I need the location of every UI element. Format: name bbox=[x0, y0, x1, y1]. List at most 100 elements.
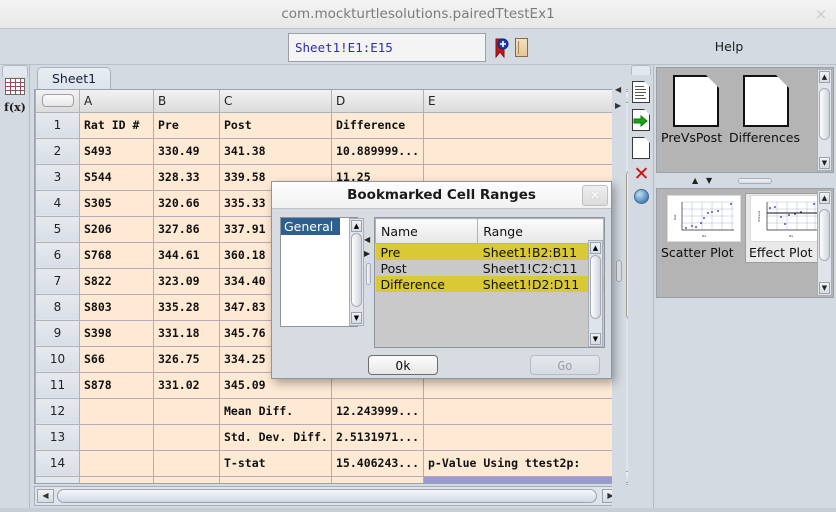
globe-icon[interactable] bbox=[634, 189, 649, 204]
help-button[interactable]: Help bbox=[700, 38, 758, 56]
range-name[interactable]: Pre bbox=[375, 243, 478, 260]
object-label-prevspost[interactable]: PreVsPost bbox=[661, 130, 722, 145]
cell-E13[interactable] bbox=[423, 423, 621, 451]
note-icon[interactable] bbox=[515, 38, 528, 57]
cell-D1[interactable]: Difference bbox=[331, 111, 424, 139]
column-header-e[interactable]: E bbox=[423, 90, 621, 113]
delete-x-icon[interactable]: ✕ bbox=[633, 165, 650, 184]
document-icon[interactable] bbox=[743, 75, 789, 127]
row-header-11[interactable]: 11 bbox=[35, 371, 80, 399]
splitter-handle[interactable] bbox=[616, 260, 622, 282]
cell-C14[interactable]: T-stat bbox=[219, 449, 332, 477]
range-row[interactable]: Difference Sheet1!D2:D11 bbox=[375, 276, 604, 292]
category-list-scrollbar[interactable]: ▲ ▼ bbox=[349, 218, 364, 326]
table-row[interactable]: 2 S493 330.49 341.38 10.889999... bbox=[35, 137, 621, 165]
formula-fx-label[interactable]: f(x) bbox=[3, 101, 27, 114]
grid-horizontal-scrollbar[interactable]: ◀ ▶ bbox=[34, 486, 622, 506]
range-name[interactable]: Difference bbox=[375, 276, 478, 292]
row-header-1[interactable]: 1 bbox=[35, 111, 80, 139]
dock-collapse-up-icon[interactable]: ▲ bbox=[692, 176, 698, 185]
cell-A3[interactable]: S544 bbox=[79, 163, 154, 191]
ranges-header-range[interactable]: Range bbox=[477, 218, 604, 244]
scroll-thumb[interactable] bbox=[819, 88, 830, 140]
scroll-down-icon[interactable]: ▼ bbox=[590, 333, 601, 345]
cell-A5[interactable]: S206 bbox=[79, 215, 154, 243]
dialog-close-button[interactable]: × bbox=[582, 185, 608, 206]
horizontal-scroll-thumb[interactable] bbox=[57, 489, 597, 503]
splitter-left-icon[interactable]: ◀ bbox=[364, 235, 370, 244]
row-header-10[interactable]: 10 bbox=[35, 345, 80, 373]
splitter-right-icon[interactable]: ▶ bbox=[364, 249, 370, 258]
cell-D15[interactable]: 8.9425346... bbox=[331, 475, 424, 483]
row-header-15[interactable]: 15 bbox=[35, 475, 80, 483]
cell-B5[interactable]: 327.86 bbox=[153, 215, 220, 243]
cell-B11[interactable]: 331.02 bbox=[153, 371, 220, 399]
table-row[interactable]: 12 Mean Diff. 12.243999... bbox=[35, 397, 621, 425]
cell-B7[interactable]: 323.09 bbox=[153, 267, 220, 295]
bookmarked-cell-ranges-dialog[interactable]: Bookmarked Cell Ranges × General ▲ ▼ ◀ ▶… bbox=[271, 181, 612, 379]
scroll-left-icon[interactable]: ◀ bbox=[37, 489, 54, 503]
range-name[interactable]: Post bbox=[375, 260, 478, 276]
cell-A4[interactable]: S305 bbox=[79, 189, 154, 217]
ranges-table-scrollbar[interactable]: ▲ ▼ bbox=[588, 240, 603, 347]
scroll-up-icon[interactable]: ▲ bbox=[819, 192, 830, 204]
row-header-5[interactable]: 5 bbox=[35, 215, 80, 243]
cell-B4[interactable]: 320.66 bbox=[153, 189, 220, 217]
row-header-6[interactable]: 6 bbox=[35, 241, 80, 269]
cell-C2[interactable]: 341.38 bbox=[219, 137, 332, 165]
cell-B14[interactable] bbox=[153, 449, 220, 477]
cell-A9[interactable]: S398 bbox=[79, 319, 154, 347]
scroll-down-icon[interactable]: ▼ bbox=[819, 282, 830, 294]
splitter-collapse-left-icon[interactable]: ◀ bbox=[615, 85, 621, 94]
ok-button[interactable]: Ok bbox=[368, 355, 438, 375]
cell-A7[interactable]: S822 bbox=[79, 267, 154, 295]
cell-D2[interactable]: 10.889999... bbox=[331, 137, 424, 165]
cell-B12[interactable] bbox=[153, 397, 220, 425]
column-header-a[interactable]: A bbox=[79, 90, 154, 113]
table-row[interactable]: 14 T-stat 15.406243... p-Value Using ttest2… bbox=[35, 449, 621, 477]
column-header-d[interactable]: D bbox=[331, 90, 424, 113]
dock-splitter[interactable]: ▲ ▼ bbox=[654, 175, 836, 186]
range-row[interactable]: Pre Sheet1!B2:B11 bbox=[375, 243, 604, 260]
cell-A12[interactable] bbox=[79, 397, 154, 425]
left-rail-tab[interactable] bbox=[2, 65, 28, 77]
sheet-tab-sheet1[interactable]: Sheet1 bbox=[37, 67, 112, 89]
objects-panel-scrollbar[interactable]: ▲ ▼ bbox=[817, 69, 832, 171]
document-lines-icon[interactable] bbox=[632, 81, 650, 103]
objects-panel[interactable]: PreVsPost Differences ▲ ▼ bbox=[656, 67, 834, 173]
cell-B10[interactable]: 326.75 bbox=[153, 345, 220, 373]
ranges-table[interactable]: Name Range Pre Sheet1!B2:B11 Post Sheet1!C2… bbox=[374, 217, 605, 348]
cell-D13[interactable]: 2.5131971... bbox=[331, 423, 424, 451]
cell-A11[interactable]: S878 bbox=[79, 371, 154, 399]
cell-B1[interactable]: Pre bbox=[153, 111, 220, 139]
right-rail-tab[interactable] bbox=[631, 65, 651, 75]
scroll-down-icon[interactable]: ▼ bbox=[819, 157, 830, 169]
table-row[interactable]: 13 Std. Dev. Diff. 2.5131971... bbox=[35, 423, 621, 451]
spreadsheet-icon[interactable] bbox=[5, 78, 25, 95]
cell-A15[interactable] bbox=[79, 475, 154, 483]
cell-E15[interactable]: =ttest2p(#Pre,#Post,true) bbox=[423, 475, 621, 483]
cell-B13[interactable] bbox=[153, 423, 220, 451]
cell-A8[interactable]: S803 bbox=[79, 293, 154, 321]
category-item-general[interactable]: General bbox=[281, 218, 340, 235]
row-header-14[interactable]: 14 bbox=[35, 449, 80, 477]
dock-splitter-handle[interactable] bbox=[738, 178, 772, 184]
scroll-up-icon[interactable]: ▲ bbox=[819, 71, 830, 83]
dock-collapse-down-icon[interactable]: ▼ bbox=[706, 176, 712, 185]
grid-corner-button[interactable] bbox=[35, 90, 80, 113]
table-row[interactable]: 15 p-Value8.9425346...=ttest2p(#Pre,#Post… bbox=[35, 475, 621, 483]
scroll-down-icon[interactable]: ▼ bbox=[351, 312, 362, 324]
cell-A13[interactable] bbox=[79, 423, 154, 451]
cell-E1[interactable] bbox=[423, 111, 621, 139]
splitter-collapse-right-icon[interactable]: ▶ bbox=[615, 101, 621, 110]
cell-B6[interactable]: 344.61 bbox=[153, 241, 220, 269]
scatter-plot-thumbnail[interactable]: Post Pre bbox=[667, 195, 741, 242]
dialog-splitter-handle[interactable] bbox=[366, 263, 371, 285]
cell-D12[interactable]: 12.243999... bbox=[331, 397, 424, 425]
plot-label-effect[interactable]: Effect Plot bbox=[749, 245, 813, 260]
document-icon[interactable] bbox=[673, 75, 719, 127]
column-header-c[interactable]: C bbox=[219, 90, 332, 113]
cell-A14[interactable] bbox=[79, 449, 154, 477]
cell-E2[interactable] bbox=[423, 137, 621, 165]
cell-B3[interactable]: 328.33 bbox=[153, 163, 220, 191]
